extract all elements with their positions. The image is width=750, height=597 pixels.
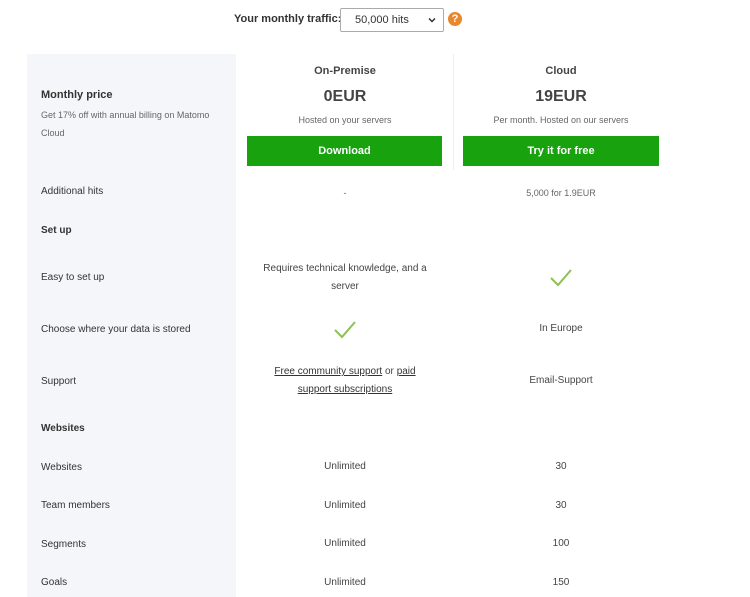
cell-data-storage-cloud: In Europe <box>539 323 583 334</box>
row-label-team-members: Team members <box>41 500 110 511</box>
support-subscriptions-link[interactable]: support subscriptions <box>298 384 393 395</box>
plan-name-on-premise: On-Premise <box>314 65 376 77</box>
monthly-price-subtitle: Get 17% off with annual billing on Matom… <box>41 110 210 138</box>
try-free-button[interactable]: Try it for free <box>463 136 659 166</box>
cell-segments-on-premise: Unlimited <box>324 538 366 549</box>
support-or-text: or <box>385 366 394 377</box>
cell-additional-hits-cloud: 5,000 for 1.9EUR <box>526 188 596 198</box>
traffic-dropdown[interactable]: 50,000 hits <box>340 8 444 32</box>
plan-subtitle-cloud: Per month. Hosted on our servers <box>493 115 629 125</box>
checkmark-icon <box>334 321 356 339</box>
traffic-dropdown-value: 50,000 hits <box>355 14 409 26</box>
cell-support-cloud: Email-Support <box>529 375 593 386</box>
chevron-down-icon <box>428 17 436 23</box>
cell-segments-cloud: 100 <box>552 538 570 549</box>
cell-websites-cloud: 30 <box>555 461 567 472</box>
cell-team-members-cloud: 30 <box>555 500 567 511</box>
cell-easy-setup-on-premise: Requires technical knowledge, and a serv… <box>263 263 427 292</box>
cell-team-members-on-premise: Unlimited <box>324 500 366 511</box>
plan-subtitle-on-premise: Hosted on your servers <box>298 115 392 125</box>
checkmark-icon <box>550 269 572 287</box>
row-label-easy-setup: Easy to set up <box>41 272 105 283</box>
plan-name-cloud: Cloud <box>545 65 577 77</box>
row-label-websites: Websites <box>41 462 82 473</box>
community-support-link[interactable]: Free community support <box>274 366 382 377</box>
row-label-goals: Goals <box>41 577 68 588</box>
download-button[interactable]: Download <box>247 136 442 166</box>
section-heading-setup: Set up <box>41 225 72 236</box>
row-label-support: Support <box>41 376 77 387</box>
plan-price-on-premise: 0EUR <box>323 88 367 105</box>
row-label-segments: Segments <box>41 539 87 550</box>
row-label-additional-hits: Additional hits <box>41 186 104 197</box>
monthly-price-title: Monthly price <box>41 89 113 101</box>
section-heading-websites: Websites <box>41 423 85 434</box>
cell-goals-on-premise: Unlimited <box>324 577 366 588</box>
traffic-selector: Your monthly traffic: 50,000 hits ? <box>0 8 750 32</box>
help-icon[interactable]: ? <box>448 12 462 26</box>
column-divider <box>453 54 454 170</box>
cell-additional-hits-on-premise: - <box>343 188 347 198</box>
paid-support-link[interactable]: paid <box>397 366 416 377</box>
traffic-label: Your monthly traffic: <box>234 13 342 25</box>
cell-goals-cloud: 150 <box>552 577 570 588</box>
plan-price-cloud: 19EUR <box>535 88 587 105</box>
cell-support-on-premise: Free community support or paid support s… <box>236 363 454 399</box>
cell-websites-on-premise: Unlimited <box>324 461 366 472</box>
row-label-data-storage: Choose where your data is stored <box>41 324 191 335</box>
